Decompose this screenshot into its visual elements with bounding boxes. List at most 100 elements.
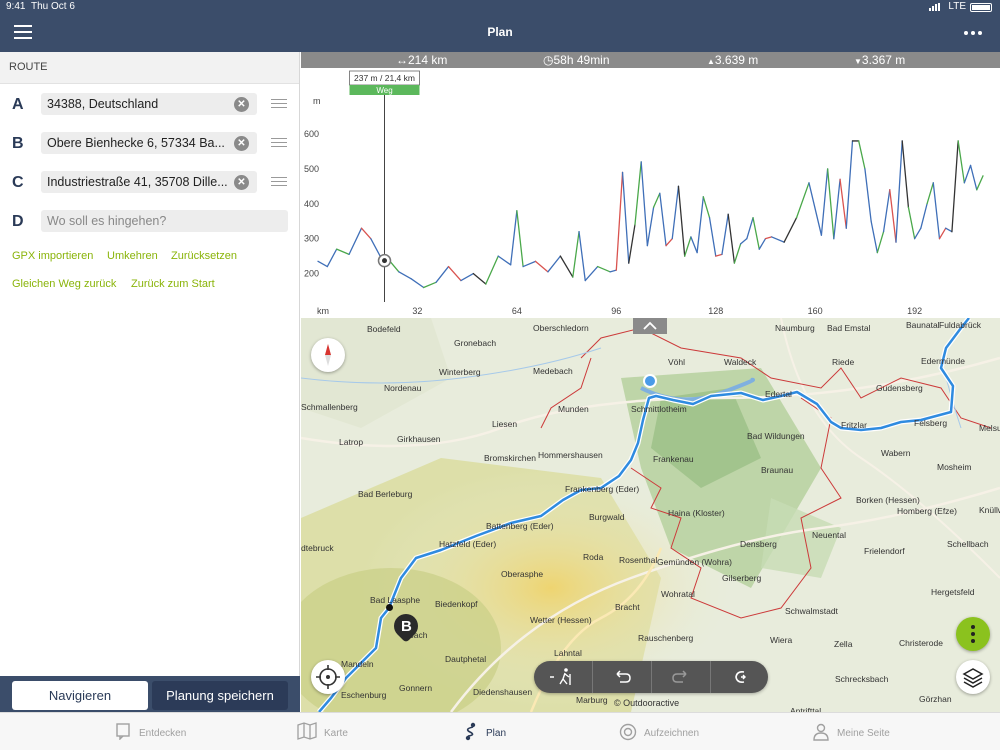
map-place-label: Hergetsfeld <box>931 587 975 597</box>
profile-segment <box>957 140 966 184</box>
tab-meine-seite[interactable]: Meine Seite <box>812 713 902 750</box>
profile-segment <box>808 182 823 236</box>
clear-icon[interactable]: ✕ <box>234 97 249 112</box>
profile-segment <box>858 140 866 170</box>
waypoint-c-field[interactable]: Industriestraße 41, 35708 Dille... <box>41 171 257 193</box>
tab-karte[interactable]: Karte <box>296 713 356 750</box>
map-place-label: Edermünde <box>921 356 965 366</box>
descent-icon: ▼ <box>854 57 862 66</box>
profile-segment <box>826 168 835 240</box>
profile-segment <box>733 243 742 264</box>
save-plan-button[interactable]: Planung speichern <box>152 681 288 710</box>
map-place-label: Borken (Hessen) <box>856 495 920 505</box>
profile-segment <box>460 272 475 282</box>
map-icon <box>297 722 317 740</box>
layers-icon <box>962 668 984 688</box>
profile-segment <box>584 265 599 282</box>
elevation-profile[interactable]: m km 200 300 400 500 600 32 64 96 128 160 192 237 m /… <box>301 68 1000 318</box>
compass-button[interactable] <box>311 338 345 372</box>
map-place-label: Bad Wildungen <box>747 431 805 441</box>
profile-segment <box>882 189 891 233</box>
hiking-mode-button[interactable] <box>534 661 592 693</box>
waypoint-a-field[interactable]: 34388, Deutschland <box>41 93 257 115</box>
descent-stat: ▼3.367 m <box>854 53 906 67</box>
profile-segment <box>895 140 903 243</box>
profile-segment <box>938 227 947 240</box>
map-place-label: Edertal <box>765 389 792 399</box>
locate-button[interactable] <box>311 660 345 694</box>
drag-handle-icon[interactable] <box>271 177 287 187</box>
current-location-dot <box>643 374 657 388</box>
map-place-label: Frankenberg (Eder) <box>565 484 640 494</box>
more-options-icon[interactable] <box>964 31 982 35</box>
profile-segment <box>913 227 922 240</box>
same-way-back-link[interactable]: Gleichen Weg zurück <box>12 278 116 290</box>
map-place-label: Baunatal <box>906 320 940 330</box>
tab-bar: Entdecken Karte Plan Aufzeichnen Meine S… <box>0 712 1000 750</box>
map-place-label: Munden <box>558 404 589 414</box>
profile-segment <box>609 269 617 273</box>
profile-segment <box>864 168 872 222</box>
gpx-import-link[interactable]: GPX importieren <box>12 250 93 262</box>
map-place-label: Rosenthal <box>619 555 658 565</box>
map-place-label: Latrop <box>339 437 364 447</box>
map-view[interactable]: Bodefeld Gronebach Oberschledorn Naumburg Ba… <box>301 318 1000 712</box>
map-place-label: Rauschenberg <box>638 633 694 643</box>
profile-segment <box>951 140 959 233</box>
profile-segment <box>472 272 487 285</box>
profile-segment <box>727 213 736 264</box>
drag-handle-icon[interactable] <box>271 99 287 109</box>
map-place-label: Oberasphe <box>501 569 544 579</box>
duration-stat: ◷58h 49min <box>543 53 610 67</box>
map-place-label: Girkhausen <box>397 434 441 444</box>
map-place-label: Frielendorf <box>864 546 905 556</box>
drag-handle-icon[interactable] <box>271 138 287 148</box>
profile-segment <box>398 271 412 280</box>
profile-segment <box>889 189 897 243</box>
profile-segment <box>963 164 972 184</box>
clear-icon[interactable]: ✕ <box>234 136 249 151</box>
collapse-profile-button[interactable] <box>633 318 667 334</box>
waypoint-b-field[interactable]: Obere Bienhecke 6, 57334 Ba... <box>41 132 257 154</box>
map-place-label: Oberschledorn <box>533 323 589 333</box>
profile-segment <box>628 224 636 264</box>
map-place-label: Wabern <box>881 448 911 458</box>
map-place-label: Hommershausen <box>538 450 603 460</box>
tab-entdecken[interactable]: Entdecken <box>112 713 192 750</box>
loop-route-button[interactable] <box>710 661 768 693</box>
waypoint-letter: B <box>12 135 24 152</box>
tab-aufzeichnen[interactable]: Aufzeichnen <box>618 713 708 750</box>
waypoint-b-marker-label: B <box>401 618 412 635</box>
reset-link[interactable]: Zurücksetzen <box>171 250 237 262</box>
profile-segment <box>684 236 692 257</box>
profile-segment <box>758 238 767 250</box>
more-map-actions-button[interactable] <box>956 617 990 651</box>
navigate-button[interactable]: Navigieren <box>12 681 148 710</box>
status-bar: 9:41 Thu Oct 6 LTE <box>0 0 1000 14</box>
route-header: ROUTE <box>0 52 299 84</box>
hamburger-menu-icon[interactable] <box>14 24 32 40</box>
signal-icon <box>929 3 940 11</box>
map-place-label: Nordenau <box>384 383 422 393</box>
profile-segment <box>708 217 717 257</box>
profile-segment <box>578 231 586 282</box>
profile-segment <box>876 231 885 254</box>
profile-segment <box>833 178 841 240</box>
back-to-start-link[interactable]: Zurück zum Start <box>131 278 215 290</box>
reverse-link[interactable]: Umkehren <box>107 250 158 262</box>
map-place-label: Bromskirchen <box>484 453 536 463</box>
map-place-label: Haina (Kloster) <box>668 508 725 518</box>
x-tick-label: 192 <box>907 306 922 316</box>
redo-icon <box>672 670 687 683</box>
x-tick-label: 160 <box>808 306 823 316</box>
clear-icon[interactable]: ✕ <box>234 175 249 190</box>
map-place-label: Schmittlotheim <box>631 404 687 414</box>
redo-button[interactable] <box>651 661 709 693</box>
map-layers-button[interactable] <box>956 660 990 694</box>
profile-segment <box>721 213 729 256</box>
map-place-label: Zella <box>834 639 853 649</box>
tab-plan[interactable]: Plan <box>462 713 522 750</box>
map-place-label: Waldeck <box>724 357 757 367</box>
waypoint-d-input[interactable]: Wo soll es hingehen? <box>41 210 288 232</box>
undo-button[interactable] <box>592 661 650 693</box>
